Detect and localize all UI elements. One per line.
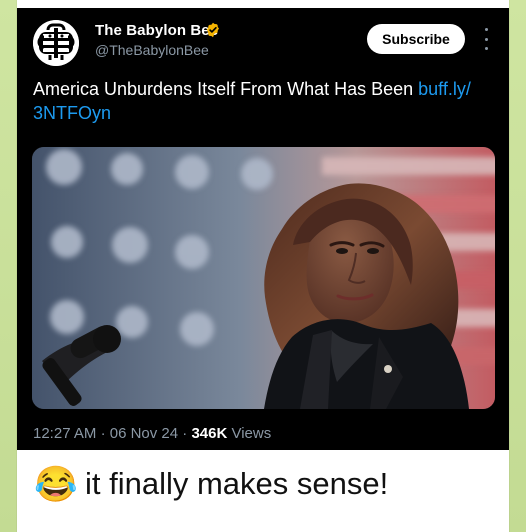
babylon-bee-logo (33, 20, 79, 66)
account-handle[interactable]: @TheBabylonBee (95, 42, 209, 58)
embedded-post-card[interactable]: The Babylon Bee @TheBabylonBee Subscribe… (17, 8, 509, 450)
post-meta: 12:27 AM · 06 Nov 24 · 346K Views (33, 425, 271, 442)
meta-separator: · (100, 425, 110, 442)
verified-badge-icon (207, 22, 219, 38)
more-dot-icon (484, 47, 488, 50)
message-caption: 😂 it finally makes sense! (34, 464, 389, 504)
laughing-emoji-icon: 😂 (34, 464, 78, 504)
post-text-main: America Unburdens Itself From What Has B… (33, 79, 419, 99)
message-bubble: The Babylon Bee @TheBabylonBee Subscribe… (17, 0, 509, 532)
chat-background: The Babylon Bee @TheBabylonBee Subscribe… (0, 0, 526, 532)
post-time: 12:27 AM (33, 425, 97, 442)
account-name[interactable]: The Babylon Bee (95, 22, 218, 39)
caption-text: it finally makes sense! (85, 466, 389, 501)
more-dot-icon (484, 37, 488, 41)
more-dot-icon (484, 28, 488, 31)
views-count: 346K (191, 425, 228, 442)
post-image[interactable] (32, 147, 495, 409)
post-date: 06 Nov 24 (109, 425, 179, 442)
post-text: America Unburdens Itself From What Has B… (33, 77, 495, 125)
views-label: Views (227, 425, 272, 442)
more-options-icon[interactable] (482, 28, 490, 50)
subscribe-button[interactable]: Subscribe (367, 24, 465, 54)
